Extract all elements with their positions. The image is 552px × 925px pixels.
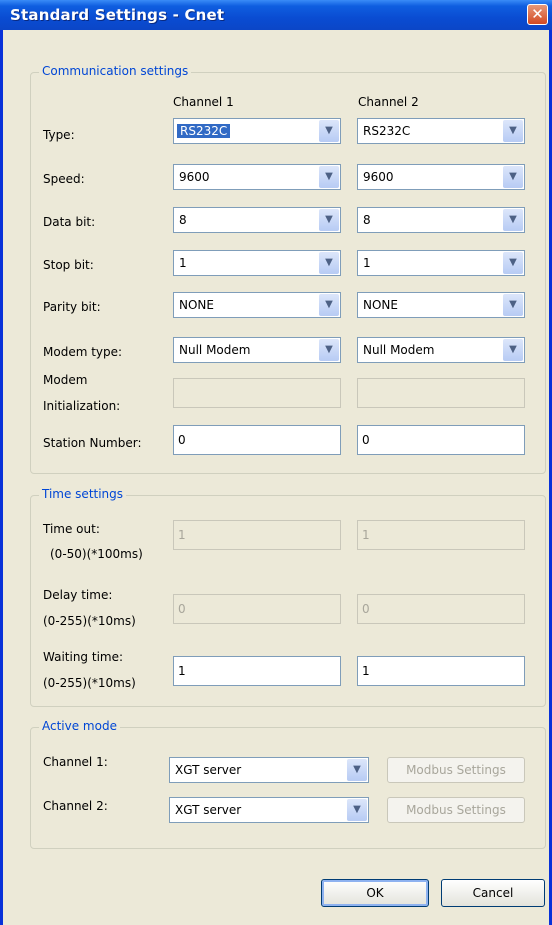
- time-settings-title: Time settings: [39, 487, 127, 501]
- time-out-label-line1: Time out:: [43, 522, 100, 536]
- active-channel2-label: Channel 2:: [43, 799, 108, 813]
- delay-time-value-ch1: 0: [178, 602, 186, 616]
- cancel-button[interactable]: Cancel: [441, 879, 545, 907]
- chevron-down-icon[interactable]: ▼: [319, 209, 339, 231]
- delay-time-field-ch2[interactable]: 0: [357, 594, 525, 624]
- time-out-value-ch2: 1: [362, 528, 370, 542]
- active-channel2-value: XGT server: [175, 803, 242, 817]
- active-channel1-label: Channel 1:: [43, 755, 108, 769]
- station-number-label: Station Number:: [43, 436, 142, 450]
- data-bit-select-ch2[interactable]: 8 ▼: [357, 207, 525, 233]
- stop-bit-select-ch1[interactable]: 1 ▼: [173, 250, 341, 276]
- stop-bit-label: Stop bit:: [43, 258, 94, 272]
- chevron-down-icon[interactable]: ▼: [503, 120, 523, 142]
- window-title: Standard Settings - Cnet: [10, 6, 225, 24]
- station-number-field-ch1[interactable]: 0: [173, 425, 341, 455]
- chevron-down-icon[interactable]: ▼: [347, 759, 367, 781]
- chevron-down-icon[interactable]: ▼: [319, 252, 339, 274]
- channel1-modbus-settings-button[interactable]: Modbus Settings: [387, 757, 525, 783]
- modem-init-field-ch1[interactable]: [173, 378, 341, 408]
- delay-time-field-ch1[interactable]: 0: [173, 594, 341, 624]
- close-button[interactable]: ✕: [527, 4, 548, 25]
- speed-select-ch1[interactable]: 9600 ▼: [173, 164, 341, 190]
- stop-bit-select-ch2[interactable]: 1 ▼: [357, 250, 525, 276]
- parity-bit-label: Parity bit:: [43, 300, 101, 314]
- waiting-time-field-ch2[interactable]: 1: [357, 656, 525, 686]
- chevron-down-icon[interactable]: ▼: [503, 294, 523, 316]
- speed-select-ch2[interactable]: 9600 ▼: [357, 164, 525, 190]
- channel2-modbus-settings-button[interactable]: Modbus Settings: [387, 797, 525, 823]
- delay-time-label-line2: (0-255)(*10ms): [43, 614, 136, 628]
- type-value-ch2: RS232C: [363, 124, 411, 138]
- modem-init-label-line2: Initialization:: [43, 399, 121, 413]
- active-channel1-value: XGT server: [175, 763, 242, 777]
- modem-init-field-ch2[interactable]: [357, 378, 525, 408]
- time-out-label-line2: (0-50)(*100ms): [50, 547, 143, 561]
- type-select-ch1[interactable]: RS232C ▼: [173, 118, 341, 144]
- type-value-ch1: RS232C: [177, 124, 231, 138]
- modem-init-label-line1: Modem: [43, 373, 88, 387]
- chevron-down-icon[interactable]: ▼: [319, 339, 339, 361]
- station-number-field-ch2[interactable]: 0: [357, 425, 525, 455]
- active-channel2-select[interactable]: XGT server ▼: [169, 797, 369, 823]
- data-bit-select-ch1[interactable]: 8 ▼: [173, 207, 341, 233]
- chevron-down-icon[interactable]: ▼: [503, 209, 523, 231]
- waiting-time-label-line2: (0-255)(*10ms): [43, 676, 136, 690]
- parity-bit-value-ch2: NONE: [363, 298, 398, 312]
- chevron-down-icon[interactable]: ▼: [319, 166, 339, 188]
- type-select-ch2[interactable]: RS232C ▼: [357, 118, 525, 144]
- waiting-time-value-ch1: 1: [178, 664, 186, 678]
- active-mode-group: Active mode: [30, 719, 546, 849]
- speed-value-ch1: 9600: [179, 170, 210, 184]
- settings-dialog: Standard Settings - Cnet ✕ Communication…: [0, 0, 552, 925]
- active-mode-title: Active mode: [39, 719, 120, 733]
- data-bit-label: Data bit:: [43, 215, 96, 229]
- chevron-down-icon[interactable]: ▼: [319, 294, 339, 316]
- modem-type-select-ch1[interactable]: Null Modem ▼: [173, 337, 341, 363]
- communication-settings-title: Communication settings: [39, 64, 192, 78]
- time-out-value-ch1: 1: [178, 528, 186, 542]
- parity-bit-select-ch2[interactable]: NONE ▼: [357, 292, 525, 318]
- station-number-value-ch1: 0: [178, 433, 186, 447]
- chevron-down-icon[interactable]: ▼: [503, 252, 523, 274]
- channel2-header: Channel 2: [358, 95, 419, 109]
- station-number-value-ch2: 0: [362, 433, 370, 447]
- title-bar[interactable]: Standard Settings - Cnet ✕: [0, 0, 552, 30]
- close-icon: ✕: [531, 5, 544, 23]
- delay-time-value-ch2: 0: [362, 602, 370, 616]
- modem-type-label: Modem type:: [43, 345, 123, 359]
- speed-label: Speed:: [43, 172, 85, 186]
- chevron-down-icon[interactable]: ▼: [503, 339, 523, 361]
- chevron-down-icon[interactable]: ▼: [347, 799, 367, 821]
- stop-bit-value-ch2: 1: [363, 256, 371, 270]
- waiting-time-label-line1: Waiting time:: [43, 650, 124, 664]
- data-bit-value-ch1: 8: [179, 213, 187, 227]
- data-bit-value-ch2: 8: [363, 213, 371, 227]
- delay-time-label-line1: Delay time:: [43, 588, 113, 602]
- waiting-time-value-ch2: 1: [362, 664, 370, 678]
- type-label: Type:: [43, 128, 75, 142]
- stop-bit-value-ch1: 1: [179, 256, 187, 270]
- ok-button[interactable]: OK: [321, 879, 429, 907]
- parity-bit-value-ch1: NONE: [179, 298, 214, 312]
- time-out-field-ch2[interactable]: 1: [357, 520, 525, 550]
- waiting-time-field-ch1[interactable]: 1: [173, 656, 341, 686]
- active-channel1-select[interactable]: XGT server ▼: [169, 757, 369, 783]
- channel1-header: Channel 1: [173, 95, 234, 109]
- speed-value-ch2: 9600: [363, 170, 394, 184]
- chevron-down-icon[interactable]: ▼: [319, 120, 339, 142]
- chevron-down-icon[interactable]: ▼: [503, 166, 523, 188]
- modem-type-value-ch1: Null Modem: [179, 343, 251, 357]
- time-out-field-ch1[interactable]: 1: [173, 520, 341, 550]
- parity-bit-select-ch1[interactable]: NONE ▼: [173, 292, 341, 318]
- modem-type-select-ch2[interactable]: Null Modem ▼: [357, 337, 525, 363]
- modem-type-value-ch2: Null Modem: [363, 343, 435, 357]
